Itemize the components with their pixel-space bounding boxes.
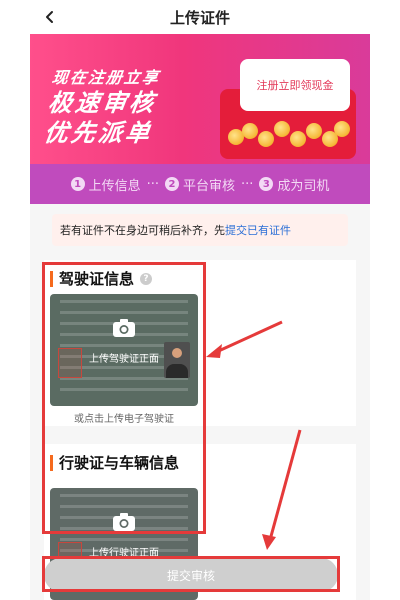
section-title: 行驶证与车辆信息 — [50, 452, 179, 473]
progress-steps: 1 上传信息 ··· 2 平台审核 ··· 3 成为司机 — [30, 164, 370, 204]
step-upload-info: 1 上传信息 — [70, 175, 141, 194]
coins-graphic — [228, 119, 350, 149]
chevron-left-icon — [46, 11, 53, 23]
promo-text: 现在注册立享 极速审核 优先派单 — [42, 64, 162, 148]
step-separator: ··· — [241, 176, 254, 192]
driver-license-section: 驾驶证信息 ? 上传驾驶证正面 或点击上传电子驾驶证 — [44, 260, 356, 426]
submit-review-button[interactable]: 提交审核 — [44, 558, 338, 592]
step-become-driver: 3 成为司机 — [259, 175, 329, 194]
step-label: 成为司机 — [277, 178, 330, 194]
back-button[interactable] — [38, 5, 62, 29]
notice-text: 若有证件不在身边可稍后补齐，先 — [60, 224, 225, 237]
vehicle-license-title: 行驶证与车辆信息 — [59, 454, 180, 472]
upload-vehicle-license-label: 上传行驶证正面 — [89, 548, 159, 559]
page-title: 上传证件 — [169, 8, 230, 27]
driver-license-upload[interactable]: 上传驾驶证正面 — [50, 294, 198, 406]
upload-documents-page: 上传证件 现在注册立享 极速审核 优先派单 注册立即领现金 1 上传信息 ···… — [0, 0, 400, 600]
step-separator: ··· — [146, 176, 159, 192]
content-area: 若有证件不在身边可稍后补齐，先 提交已有证件 驾驶证信息 ? 上传驾驶证正面 或… — [30, 204, 370, 600]
camera-icon — [113, 513, 135, 531]
avatar — [164, 342, 190, 378]
envelope-card: 注册立即领现金 — [240, 59, 350, 111]
driver-license-title: 驾驶证信息 — [59, 270, 135, 288]
step-number: 2 — [164, 177, 179, 191]
promo-banner[interactable]: 现在注册立享 极速审核 优先派单 注册立即领现金 — [30, 34, 370, 164]
step-platform-review: 2 平台审核 — [164, 175, 235, 194]
envelope-text: 注册立即领现金 — [256, 79, 334, 92]
camera-icon — [113, 319, 135, 337]
step-label: 上传信息 — [88, 178, 141, 194]
title-accent-bar — [50, 270, 53, 287]
info-icon[interactable]: ? — [140, 272, 153, 285]
promo-line-1: 现在注册立享 — [50, 68, 162, 87]
submit-existing-link[interactable]: 提交已有证件 — [225, 222, 291, 238]
top-bar: 上传证件 — [30, 0, 370, 34]
title-accent-bar — [50, 454, 53, 471]
promo-line-3: 优先派单 — [42, 119, 155, 147]
section-title: 驾驶证信息 ? — [50, 268, 153, 289]
notice-bar: 若有证件不在身边可稍后补齐，先 提交已有证件 — [52, 214, 348, 246]
promo-line-2: 极速审核 — [46, 89, 159, 117]
red-envelope-graphic: 注册立即领现金 — [220, 59, 356, 159]
electronic-license-link[interactable]: 或点击上传电子驾驶证 — [50, 410, 198, 425]
step-label: 平台审核 — [182, 178, 235, 194]
step-number: 1 — [70, 177, 85, 191]
step-number: 3 — [259, 177, 274, 191]
